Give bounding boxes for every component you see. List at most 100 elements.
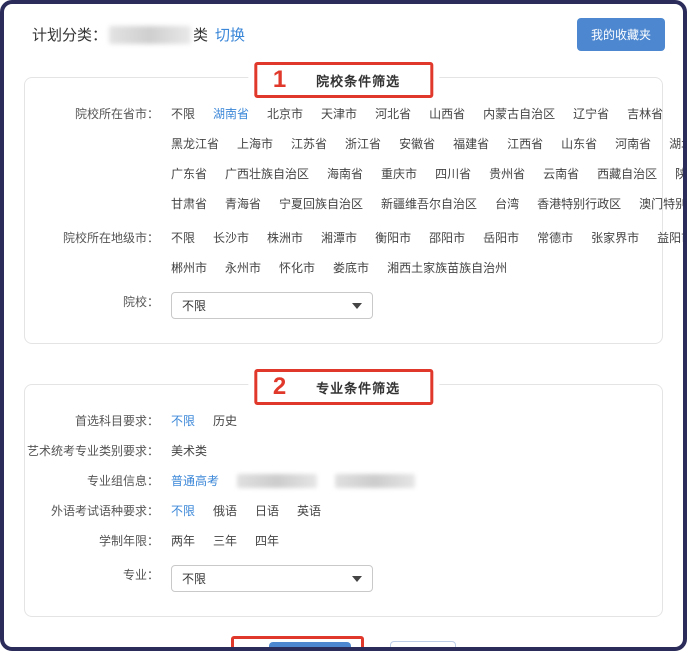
filter-option[interactable]: 香港特别行政区 (537, 194, 621, 214)
filter-option[interactable]: 两年 (171, 531, 195, 551)
step-2-annotation-box: 2 专业条件筛选 (254, 369, 433, 405)
filter-option[interactable]: 三年 (213, 531, 237, 551)
subject-requirement-row: 首选科目要求： 不限历史 (25, 411, 650, 431)
filter-option[interactable]: 益阳市 (657, 228, 687, 248)
filter-option[interactable]: 甘肃省 (171, 194, 207, 214)
filter-option[interactable]: 四年 (255, 531, 279, 551)
filter-option[interactable]: 宁夏回族自治区 (279, 194, 363, 214)
switch-plan-link[interactable]: 切换 (215, 24, 245, 45)
filter-option[interactable]: 湖北省 (669, 134, 687, 154)
filter-option[interactable]: 历史 (213, 411, 237, 431)
filter-option[interactable]: 普通高考 (171, 471, 219, 491)
favorites-button[interactable]: 我的收藏夹 (577, 18, 665, 51)
filter-option[interactable]: 山东省 (561, 134, 597, 154)
page-frame: 计划分类： 类 切换 我的收藏夹 1 院校条件筛选 院校所在省市： 不限湖南省北… (0, 0, 687, 651)
filter-option[interactable]: 郴州市 (171, 258, 207, 278)
filter-option[interactable]: 河南省 (615, 134, 651, 154)
college-panel-legend: 1 院校条件筛选 (248, 62, 439, 98)
college-panel-title: 院校条件筛选 (316, 71, 400, 90)
filter-option[interactable]: 福建省 (453, 134, 489, 154)
major-group-info-options: 普通高考 (171, 471, 415, 491)
filter-option[interactable]: 邵阳市 (429, 228, 465, 248)
filter-option[interactable]: 张家界市 (591, 228, 639, 248)
filter-option[interactable]: 黑龙江省 (171, 134, 219, 154)
filter-option[interactable]: 云南省 (543, 164, 579, 184)
city-options-row-2: 郴州市永州市怀化市娄底市湘西土家族苗族自治州 (171, 258, 507, 278)
college-label: 院校： (25, 292, 159, 312)
step-3-number: 3 (242, 644, 256, 651)
filter-option[interactable]: 浙江省 (345, 134, 381, 154)
subject-requirement-options: 不限历史 (171, 411, 237, 431)
filter-option[interactable]: 台湾 (495, 194, 519, 214)
filter-option[interactable]: 陕西省 (675, 164, 687, 184)
filter-option[interactable]: 湖南省 (213, 104, 249, 124)
filter-option[interactable]: 湘潭市 (321, 228, 357, 248)
major-select-value: 不限 (182, 569, 206, 589)
filter-option[interactable]: 山西省 (429, 104, 465, 124)
filter-option[interactable]: 永州市 (225, 258, 261, 278)
art-exam-category-options: 美术类 (171, 441, 207, 461)
filter-option[interactable]: 广东省 (171, 164, 207, 184)
college-select[interactable]: 不限 (171, 292, 373, 319)
filter-option[interactable]: 西藏自治区 (597, 164, 657, 184)
plan-category-label: 计划分类： (32, 24, 107, 45)
foreign-language-row: 外语考试语种要求： 不限俄语日语英语 (25, 501, 650, 521)
filter-option[interactable]: 澳门特别行政区 (639, 194, 687, 214)
filter-option[interactable]: 日语 (255, 501, 279, 521)
filter-option[interactable]: 常德市 (537, 228, 573, 248)
filter-option[interactable]: 岳阳市 (483, 228, 519, 248)
province-row: 广东省广西壮族自治区海南省重庆市四川省贵州省云南省西藏自治区陕西省 (25, 164, 650, 184)
major-panel-title: 专业条件筛选 (316, 378, 400, 397)
filter-option[interactable]: 不限 (171, 104, 195, 124)
filter-option[interactable]: 内蒙古自治区 (483, 104, 555, 124)
filter-option[interactable]: 不限 (171, 228, 195, 248)
filter-option[interactable]: 安徽省 (399, 134, 435, 154)
step-1-annotation-box: 1 院校条件筛选 (254, 62, 433, 98)
filter-option[interactable]: 不限 (171, 501, 195, 521)
filter-option[interactable]: 海南省 (327, 164, 363, 184)
filter-option[interactable]: 吉林省 (627, 104, 663, 124)
province-row: 甘肃省青海省宁夏回族自治区新疆维吾尔自治区台湾香港特别行政区澳门特别行政区 (25, 194, 650, 214)
filter-option[interactable]: 天津市 (321, 104, 357, 124)
filter-option[interactable]: 广西壮族自治区 (225, 164, 309, 184)
major-select-row: 专业： 不限 (25, 565, 650, 592)
step-1-number: 1 (273, 67, 286, 93)
filter-option[interactable]: 江西省 (507, 134, 543, 154)
filter-option[interactable]: 青海省 (225, 194, 261, 214)
filter-option[interactable]: 娄底市 (333, 258, 369, 278)
filter-option[interactable]: 美术类 (171, 441, 207, 461)
filter-option[interactable]: 辽宁省 (573, 104, 609, 124)
filter-option[interactable]: 衡阳市 (375, 228, 411, 248)
filter-option[interactable]: 株洲市 (267, 228, 303, 248)
reset-button[interactable]: 重置 (390, 641, 456, 651)
filter-option[interactable]: 英语 (297, 501, 321, 521)
chevron-down-icon (352, 303, 362, 309)
filter-option[interactable]: 重庆市 (381, 164, 417, 184)
filter-option[interactable]: 河北省 (375, 104, 411, 124)
confirm-filter-button[interactable]: 确定筛选 (269, 642, 351, 651)
foreign-language-options: 不限俄语日语英语 (171, 501, 321, 521)
filter-option[interactable]: 不限 (171, 411, 195, 431)
filter-option[interactable]: 贵州省 (489, 164, 525, 184)
major-select[interactable]: 不限 (171, 565, 373, 592)
filter-option[interactable]: 怀化市 (279, 258, 315, 278)
filter-option[interactable]: 长沙市 (213, 228, 249, 248)
foreign-language-label: 外语考试语种要求： (25, 501, 159, 521)
college-filter-panel: 1 院校条件筛选 院校所在省市： 不限湖南省北京市天津市河北省山西省内蒙古自治区… (24, 77, 663, 344)
redacted-chip (335, 474, 415, 488)
study-duration-label: 学制年限： (25, 531, 159, 551)
city-options-row-1: 不限长沙市株洲市湘潭市衡阳市邵阳市岳阳市常德市张家界市益阳市 (171, 228, 687, 248)
filter-option[interactable]: 江苏省 (291, 134, 327, 154)
filter-option[interactable]: 俄语 (213, 501, 237, 521)
city-row: 院校所在地级市： 不限长沙市株洲市湘潭市衡阳市邵阳市岳阳市常德市张家界市益阳市 (25, 228, 650, 248)
filter-option[interactable]: 北京市 (267, 104, 303, 124)
filter-option[interactable]: 四川省 (435, 164, 471, 184)
province-options-row-1: 不限湖南省北京市天津市河北省山西省内蒙古自治区辽宁省吉林省 (171, 104, 663, 124)
filter-option[interactable]: 新疆维吾尔自治区 (381, 194, 477, 214)
filter-option[interactable]: 湘西土家族苗族自治州 (387, 258, 507, 278)
redacted-chip (237, 474, 317, 488)
art-exam-category-label: 艺术统考专业类别要求： (25, 441, 159, 461)
step-2-number: 2 (273, 374, 286, 400)
province-row: 黑龙江省上海市江苏省浙江省安徽省福建省江西省山东省河南省湖北省 (25, 134, 650, 154)
filter-option[interactable]: 上海市 (237, 134, 273, 154)
